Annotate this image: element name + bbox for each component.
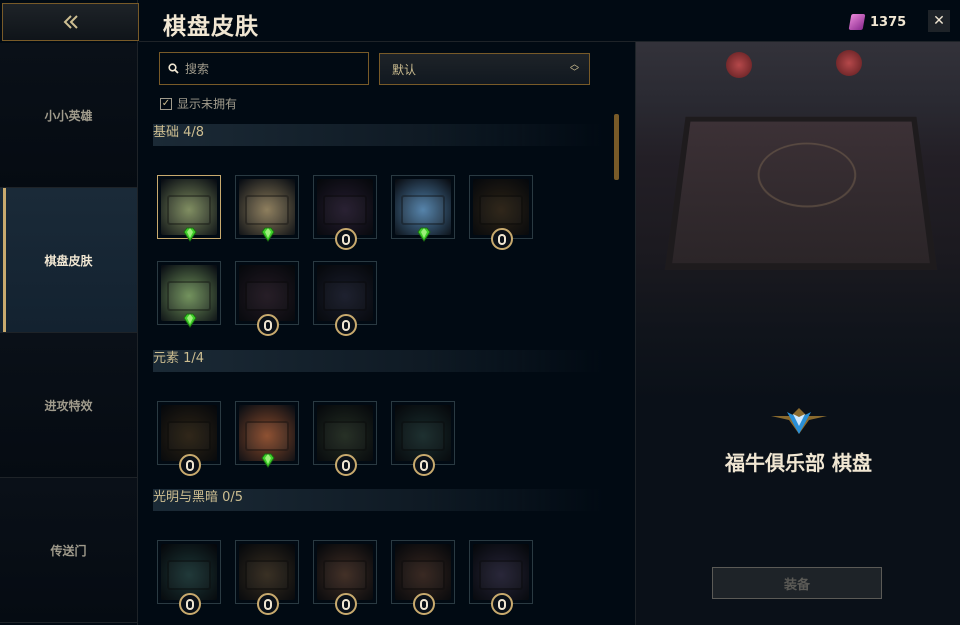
board-skin-thumbnail: [395, 405, 451, 461]
lock-icon: [179, 593, 201, 615]
board-skin-thumbnail: [317, 265, 373, 321]
board-skin-list[interactable]: 基础 4/8 元素 1/4 光明与黑暗 0/5: [139, 118, 634, 625]
lock-icon: [335, 314, 357, 336]
back-button[interactable]: [2, 3, 139, 41]
show-unowned-label: 显示未拥有: [177, 97, 238, 111]
currency-amount: 1375: [870, 14, 907, 30]
board-skin-tile[interactable]: [157, 175, 221, 242]
board-skin-tile[interactable]: [235, 540, 299, 615]
board-skin-tile[interactable]: [391, 175, 455, 242]
preview-fade: [636, 332, 960, 402]
skin-name: 福牛俱乐部 棋盘: [725, 451, 872, 475]
lock-icon: [257, 314, 279, 336]
sidebar: 小小英雄 棋盘皮肤 进攻特效 传送门: [0, 0, 139, 625]
sidebar-nav: 小小英雄 棋盘皮肤 进攻特效 传送门: [0, 43, 137, 623]
lock-icon: [335, 593, 357, 615]
board-skin-thumbnail: [317, 544, 373, 600]
section-light-dark: 光明与黑暗 0/5: [153, 489, 603, 615]
board-skin-thumbnail: [395, 544, 451, 600]
section-header: 基础 4/8: [153, 124, 603, 146]
show-unowned-checkbox[interactable]: ✓ 显示未拥有: [160, 95, 237, 112]
section-basic: 基础 4/8: [153, 124, 603, 336]
section-header: 元素 1/4: [153, 350, 603, 372]
lock-icon: [413, 454, 435, 476]
board-skin-tile[interactable]: [313, 261, 377, 336]
page-title: 棋盘皮肤: [163, 14, 259, 40]
lock-icon: [257, 593, 279, 615]
board-skin-thumbnail: [239, 265, 295, 321]
search-icon: [168, 63, 179, 74]
board-skin-tile[interactable]: [391, 540, 455, 615]
chevron-up-down-icon: ︿ ﹀: [569, 60, 579, 78]
board-skin-tile[interactable]: [469, 175, 533, 250]
board-skin-tile[interactable]: [313, 175, 377, 250]
list-scrollbar[interactable]: [614, 114, 619, 180]
skin-preview-panel: 福牛俱乐部 棋盘 装备: [635, 42, 960, 625]
sidebar-item-label: 小小英雄: [44, 108, 93, 123]
sidebar-item-label: 传送门: [50, 543, 87, 558]
board-skin-thumbnail: [473, 179, 529, 235]
sort-selected-value: 默认: [392, 62, 417, 77]
board-skin-tile[interactable]: [157, 401, 221, 476]
orange-essence-gem-icon: [848, 14, 866, 30]
owned-gem-icon: [417, 227, 431, 242]
board-skin-tile[interactable]: [157, 261, 221, 328]
board-skin-tile[interactable]: [391, 401, 455, 476]
lock-icon: [179, 454, 201, 476]
sidebar-item-board-skins[interactable]: 棋盘皮肤: [0, 188, 137, 333]
currency-display: 1375: [848, 12, 907, 32]
board-preview-image: [636, 42, 960, 332]
close-icon: ✕: [933, 13, 945, 29]
equip-button[interactable]: 装备: [712, 567, 882, 599]
board-skin-thumbnail: [473, 544, 529, 600]
board-skin-thumbnail: [239, 544, 295, 600]
board-skin-thumbnail: [317, 179, 373, 235]
lock-icon: [335, 454, 357, 476]
sidebar-item-label: 棋盘皮肤: [44, 253, 93, 268]
section-elemental: 元素 1/4: [153, 350, 603, 476]
board-skin-tile[interactable]: [157, 540, 221, 615]
ox-emblem-image: [756, 142, 859, 208]
owned-gem-icon: [183, 313, 197, 328]
owned-gem-icon: [261, 227, 275, 242]
section-header: 光明与黑暗 0/5: [153, 489, 603, 511]
arena-board-image: [664, 116, 938, 270]
board-skin-tile[interactable]: [313, 540, 377, 615]
board-skin-thumbnail: [317, 405, 373, 461]
back-arrow-icon: [63, 15, 78, 29]
lock-icon: [491, 228, 513, 250]
owned-gem-icon: [183, 227, 197, 242]
board-skin-tile[interactable]: [235, 401, 299, 468]
sidebar-item-portals[interactable]: 传送门: [0, 478, 137, 623]
board-skin-thumbnail: [161, 405, 217, 461]
rarity-emblem-icon: [771, 408, 827, 434]
board-skin-tile[interactable]: [313, 401, 377, 476]
sidebar-item-booms[interactable]: 进攻特效: [0, 333, 137, 478]
board-skin-tile[interactable]: [469, 540, 533, 615]
lantern-decoration: [836, 50, 862, 76]
sidebar-item-label: 进攻特效: [44, 398, 93, 413]
board-skin-tile[interactable]: [235, 175, 299, 242]
lock-icon: [491, 593, 513, 615]
search-input[interactable]: [185, 61, 355, 76]
lock-icon: [413, 593, 435, 615]
close-button[interactable]: ✕: [928, 10, 950, 32]
lantern-decoration: [726, 52, 752, 78]
board-skin-thumbnail: [161, 544, 217, 600]
sort-dropdown[interactable]: 默认 ︿ ﹀: [379, 53, 590, 85]
lock-icon: [335, 228, 357, 250]
search-field[interactable]: [159, 52, 369, 85]
owned-gem-icon: [261, 453, 275, 468]
checkbox-check-icon: ✓: [160, 97, 172, 110]
board-skin-tile[interactable]: [235, 261, 299, 336]
sidebar-item-little-legends[interactable]: 小小英雄: [0, 43, 137, 188]
